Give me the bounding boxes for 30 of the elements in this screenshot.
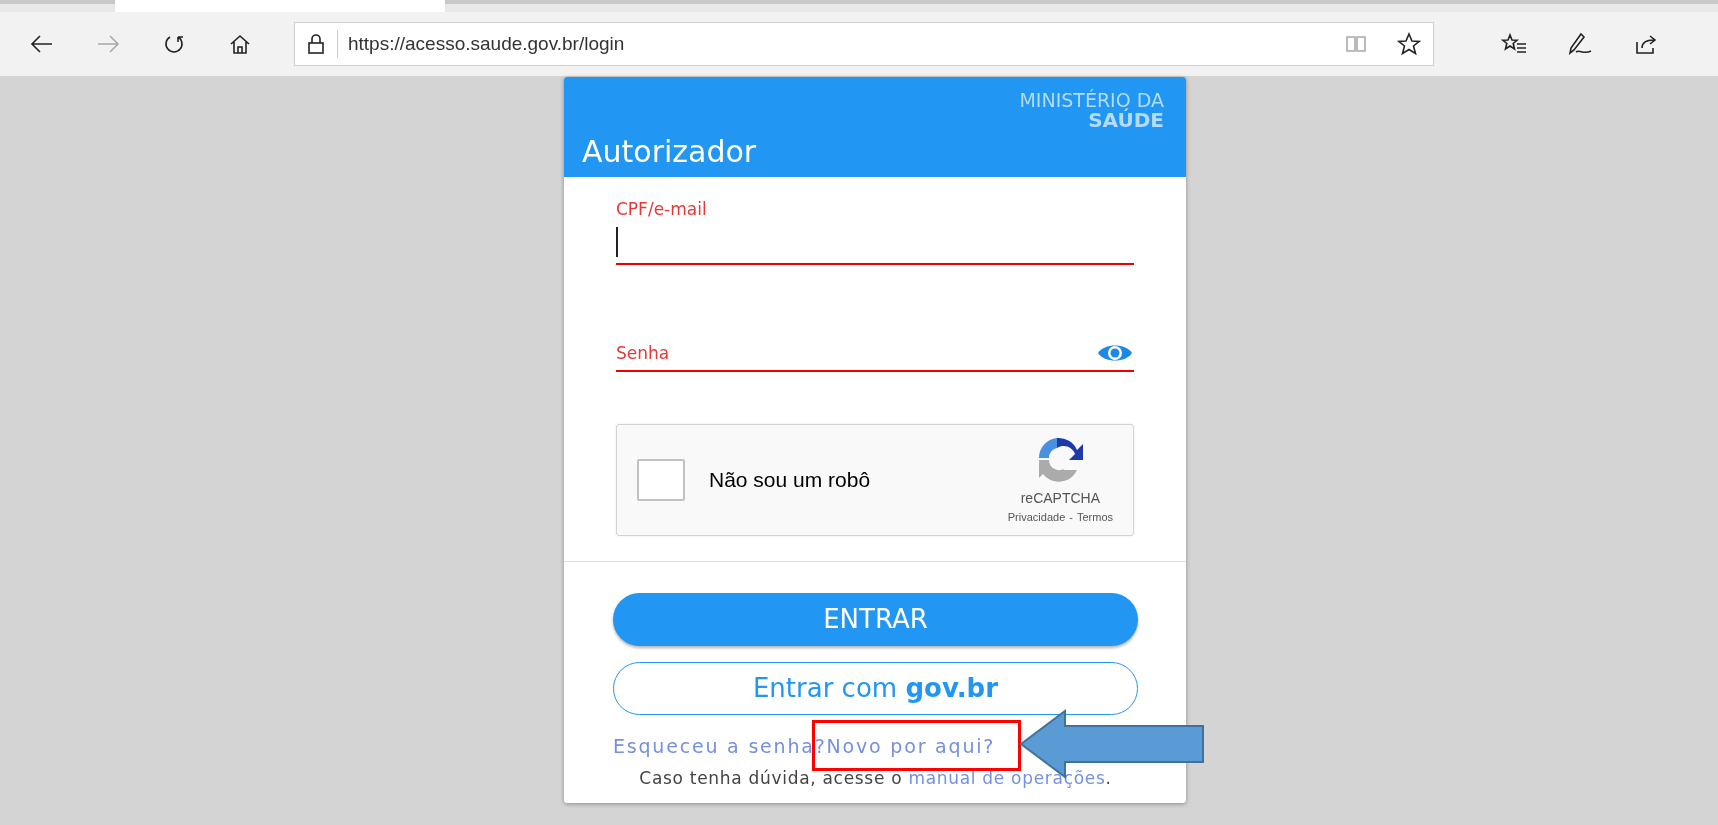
header-title: Autorizador	[582, 137, 757, 167]
book-icon	[1345, 35, 1367, 53]
login-button[interactable]: ENTRAR	[613, 593, 1138, 646]
address-bar[interactable]: https://acesso.saude.gov.br/login	[294, 22, 1434, 66]
url-text: https://acesso.saude.gov.br/login	[337, 29, 1345, 59]
terms-link[interactable]: Termos	[1076, 509, 1113, 526]
captcha-checkbox[interactable]	[637, 459, 685, 501]
privacy-link[interactable]: Privacidade	[1007, 509, 1066, 526]
govbr-login-button[interactable]: Entrar com gov.br	[613, 662, 1138, 715]
share-icon	[1634, 32, 1658, 56]
lock-icon	[307, 33, 325, 55]
input-field[interactable]: CPF/e-mail	[616, 197, 1134, 265]
home-icon	[229, 33, 251, 55]
back-icon	[30, 34, 54, 54]
favorite-button[interactable]	[1397, 32, 1421, 56]
brand-text: MINISTÉRIO DA	[1019, 91, 1164, 110]
captcha-label: Não sou um robô	[709, 467, 871, 494]
brand-text: SAÚDE	[1088, 110, 1164, 130]
help-text: Caso tenha dúvida, acesse o manual de operações.	[638, 767, 1113, 789]
text-link[interactable]: Novo por aqui?	[826, 734, 996, 758]
refresh-icon	[163, 33, 185, 55]
manual-link[interactable]: manual de operações	[908, 768, 1106, 788]
star-icon	[1397, 32, 1421, 56]
list-star-icon	[1501, 32, 1527, 56]
separator-text: -	[1069, 510, 1073, 526]
text-cursor	[616, 227, 618, 257]
recaptcha-brand: reCAPTCHA	[1020, 489, 1101, 509]
password-field[interactable]: Senha	[616, 336, 1134, 372]
forward-icon	[96, 34, 120, 54]
pen-icon	[1567, 32, 1593, 56]
